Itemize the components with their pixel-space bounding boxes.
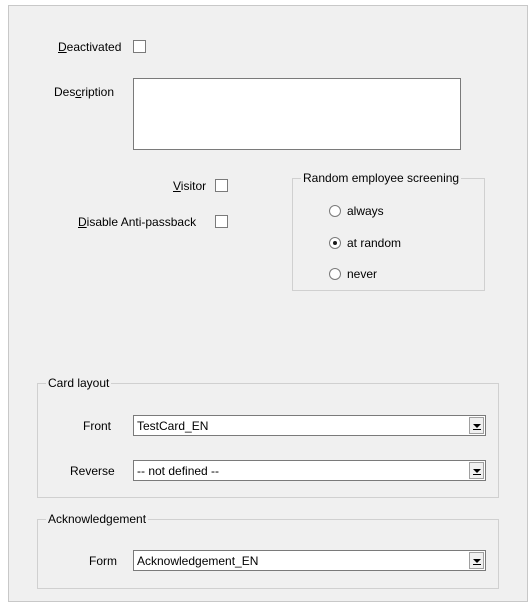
description-label-rest: ription <box>81 85 115 99</box>
dropdown-bar-icon <box>473 429 481 430</box>
random-screening-title: Random employee screening <box>301 171 462 185</box>
deactivated-checkbox[interactable] <box>133 40 146 53</box>
disable-antipassback-label-mnemonic: D <box>78 215 87 229</box>
visitor-label-rest: isitor <box>180 179 207 193</box>
dropdown-bar-icon <box>473 474 481 475</box>
disable-antipassback-checkbox[interactable] <box>215 215 228 228</box>
form-select-value: Acknowledgement_EN <box>137 554 259 568</box>
front-dropdown-button[interactable] <box>469 417 484 434</box>
reverse-select-value: -- not defined -- <box>137 464 220 478</box>
chevron-down-icon <box>473 559 481 563</box>
dropdown-bar-icon <box>473 564 481 565</box>
settings-panel: Deactivated Description Visitor Disable … <box>8 5 528 602</box>
card-layout-group: Card layout Front TestCard_EN Reverse --… <box>37 376 499 498</box>
front-label: Front <box>83 419 112 433</box>
reverse-label: Reverse <box>70 464 115 478</box>
radio-always[interactable] <box>329 205 341 217</box>
visitor-label-mnemonic: V <box>173 179 181 193</box>
acknowledgement-group: Acknowledgement Form Acknowledgement_EN <box>37 512 499 589</box>
radio-at-random-dot <box>333 241 337 245</box>
description-textarea[interactable] <box>133 78 461 150</box>
description-label: Description <box>54 85 114 99</box>
card-layout-title: Card layout <box>46 376 112 390</box>
reverse-dropdown-button[interactable] <box>469 462 484 479</box>
acknowledgement-title: Acknowledgement <box>46 512 149 526</box>
radio-at-random-label: at random <box>347 236 402 250</box>
chevron-down-icon <box>473 469 481 473</box>
form-dropdown-button[interactable] <box>469 552 484 569</box>
front-select[interactable]: TestCard_EN <box>133 415 486 436</box>
form-label: Form <box>89 554 117 568</box>
reverse-select[interactable]: -- not defined -- <box>133 460 486 481</box>
form-select[interactable]: Acknowledgement_EN <box>133 550 486 571</box>
deactivated-label-rest: eactivated <box>66 40 122 54</box>
description-label-prefix: Des <box>54 85 76 99</box>
chevron-down-icon <box>473 424 481 428</box>
radio-always-label: always <box>347 204 384 218</box>
disable-antipassback-label: Disable Anti-passback <box>78 215 196 229</box>
deactivated-label: Deactivated <box>58 40 121 54</box>
deactivated-label-mnemonic: D <box>58 40 67 54</box>
disable-antipassback-label-rest: isable Anti-passback <box>86 215 197 229</box>
radio-never[interactable] <box>329 268 341 280</box>
radio-never-label: never <box>347 267 378 281</box>
visitor-label: Visitor <box>173 179 206 193</box>
radio-at-random[interactable] <box>329 237 341 249</box>
random-screening-group: Random employee screening always at rand… <box>292 171 485 291</box>
front-select-value: TestCard_EN <box>137 419 209 433</box>
visitor-checkbox[interactable] <box>215 179 228 192</box>
